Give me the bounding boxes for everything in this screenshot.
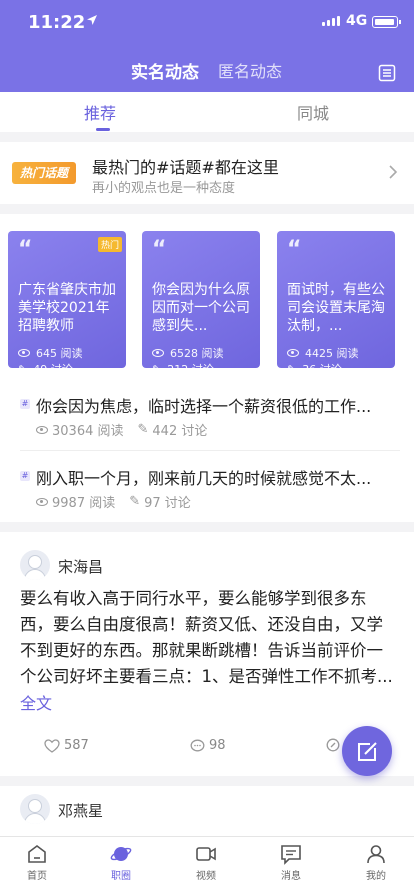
planet-icon [110,847,132,861]
tab-real-name[interactable]: 实名动态 [131,58,199,83]
eye-icon [18,349,30,357]
expand-full-text-link[interactable]: 全文 [20,690,52,714]
quote-icon: “ [287,237,302,262]
topic-title: 你会因为焦虑，临时选择一个薪资很低的工作... [36,397,372,416]
network-type: 4G [346,13,368,29]
topic-list-item[interactable]: # 刚入职一个月，刚来前几天的时候就感觉不太... 9987 阅读 ✎ 97 讨论 [0,460,414,524]
eye-icon [152,349,164,357]
card-discussions: 36 讨论 [302,363,342,376]
divider [20,450,400,451]
feed-post[interactable]: 邓燕星 [0,786,414,836]
avatar[interactable] [20,794,50,824]
signal-icon [322,16,340,26]
pencil-icon: ✎ [152,362,162,376]
hot-topic-tag: 热门话题 [12,162,76,184]
eye-icon [36,425,48,434]
hot-topic-banner[interactable]: 热门话题 最热门的#话题#都在这里 再小的观点也是一种态度 [0,142,414,204]
topic-discussions: 97 讨论 [144,496,191,511]
nav-label: 消息 [281,871,301,882]
status-time: 11:22 [28,12,86,33]
location-arrow-icon [87,15,97,25]
card-title: 广东省肇庆市加美学校2021年招聘教师 [18,282,116,334]
status-bar: 11:22 4G [0,0,414,46]
eye-icon [36,497,48,506]
comment-count: 98 [209,738,226,753]
tab-anonymous[interactable]: 匿名动态 [218,58,282,82]
nav-label: 首页 [27,871,47,882]
heart-icon [44,738,60,753]
card-reads: 4425 阅读 [305,347,359,360]
card-title: 你会因为什么原因而对一个公司感到失... [152,282,250,334]
hot-topic-title: 最热门的#话题#都在这里 [92,158,279,177]
sub-tab-bar: 推荐 同城 [0,92,414,132]
like-button[interactable]: 587 [44,738,89,753]
card-title: 面试时，有些公司会设置末尾淘汰制，... [287,282,385,334]
post-body: 要么有收入高于同行水平，要么能够学到很多东西，要么自由度很高！薪资又低、还没自由… [20,589,393,686]
eye-icon [287,349,299,357]
pencil-icon: ✎ [129,494,141,509]
edit-icon [358,742,377,761]
message-icon [281,845,301,865]
hot-badge: 热门 [97,237,122,252]
nav-label: 我的 [366,871,386,882]
card-reads: 645 阅读 [36,347,83,360]
tab-recommended[interactable]: 推荐 [84,100,116,124]
avatar[interactable] [20,550,50,580]
topic-card[interactable]: “ 面试时，有些公司会设置末尾淘汰制，... 4425 阅读 ✎ 36 讨论 [277,231,395,376]
app-header: 11:22 4G 实名动态 匿名动态 [0,0,414,92]
compose-post-button[interactable] [342,726,392,776]
chevron-right-icon [389,165,398,179]
nav-label: 职圈 [111,871,131,882]
pencil-icon: ✎ [287,362,297,376]
card-discussions: 49 讨论 [33,363,73,376]
profile-icon [367,845,385,864]
message-list-icon[interactable] [378,64,396,82]
topic-list-item[interactable]: # 你会因为焦虑，临时选择一个薪资很低的工作... 30364 阅读 ✎ 442 … [0,388,414,452]
post-author[interactable]: 邓燕星 [58,800,103,821]
home-icon [28,845,46,863]
nav-messages[interactable]: 消息 [261,843,321,882]
share-button[interactable] [326,738,340,752]
pencil-icon: ✎ [137,422,149,437]
topic-card[interactable]: “ 热门 广东省肇庆市加美学校2021年招聘教师 645 阅读 ✎ 49 讨论 [8,231,126,376]
nav-video[interactable]: 视频 [176,843,236,882]
topic-section: “ 热门 广东省肇庆市加美学校2021年招聘教师 645 阅读 ✎ 49 讨论 “… [0,214,414,522]
nav-job-circle[interactable]: 职圈 [91,843,151,882]
post-author[interactable]: 宋海昌 [58,556,103,577]
nav-home[interactable]: 首页 [7,843,67,882]
topic-reads: 9987 阅读 [52,496,116,511]
quote-icon: “ [152,237,167,262]
active-tab-indicator [96,128,110,131]
topic-title: 刚入职一个月，刚来前几天的时候就感觉不太... [36,469,372,488]
hashtag-icon: # [20,471,30,481]
hot-topic-subtitle: 再小的观点也是一种态度 [92,181,236,196]
battery-icon [372,16,401,28]
like-count: 587 [64,738,89,753]
comment-icon [190,739,205,751]
share-icon [326,738,340,752]
comment-button[interactable]: 98 [190,738,226,753]
card-reads: 6528 阅读 [170,347,224,360]
video-icon [196,847,216,861]
topic-discussions: 442 讨论 [152,424,208,439]
topic-card[interactable]: “ 你会因为什么原因而对一个公司感到失... 6528 阅读 ✎ 212 讨论 [142,231,260,376]
quote-icon: “ [18,237,33,262]
card-discussions: 212 讨论 [167,363,214,376]
pencil-icon: ✎ [18,362,28,376]
topic-reads: 30364 阅读 [52,424,124,439]
bottom-navigation: 首页 职圈 视频 消息 我的 [0,836,414,896]
tab-same-city[interactable]: 同城 [297,100,329,124]
nav-label: 视频 [196,871,216,882]
nav-profile[interactable]: 我的 [346,843,406,882]
hashtag-icon: # [20,399,30,409]
